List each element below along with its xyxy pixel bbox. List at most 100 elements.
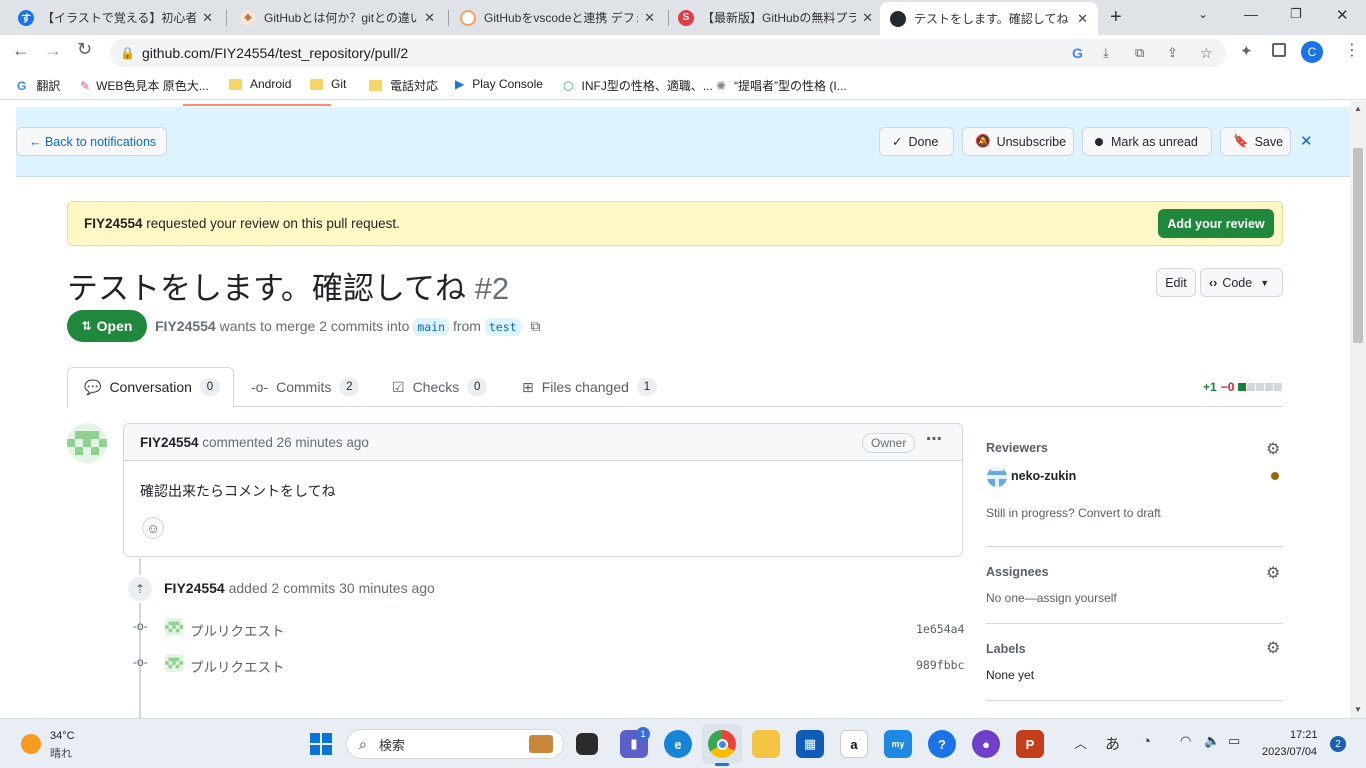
commit-sha[interactable]: 1e654a4 <box>916 622 964 636</box>
url-text[interactable]: github.com/FIY24554/test_repository/pull… <box>142 45 408 61</box>
google-lens-icon[interactable]: G <box>1072 45 1083 61</box>
pr-author-link[interactable]: FIY24554 <box>155 318 216 334</box>
scrollbar-thumb[interactable] <box>1353 148 1363 343</box>
ime-indicator[interactable]: あ <box>1105 733 1120 754</box>
commit-avatar[interactable] <box>165 654 183 672</box>
browser-tab[interactable]: ◆ GitHubとは何か？gitとの違いや ✕ <box>230 0 445 35</box>
task-view-icon[interactable] <box>576 733 598 755</box>
commit-message[interactable]: プルリクエスト <box>190 656 285 676</box>
menu-icon[interactable]: ⋮ <box>1344 40 1360 60</box>
browser-tab[interactable]: GitHubをvscodeと連携 デフォル ✕ <box>450 0 665 35</box>
focus-icon[interactable]: ◔ <box>1142 733 1151 750</box>
bookmark-star-icon[interactable]: ☆ <box>1200 45 1213 62</box>
gear-icon[interactable]: ⚙ <box>1266 638 1280 658</box>
bookmark-item[interactable]: G 翻訳 <box>17 77 60 94</box>
chevron-up-icon[interactable]: ︿ <box>1074 733 1087 752</box>
bookmark-folder[interactable]: Git <box>310 77 346 91</box>
back-to-notifications-button[interactable]: ← Back to notifications <box>16 127 167 156</box>
amazon-icon[interactable]: a <box>840 730 868 758</box>
done-button[interactable]: ✓ Done <box>879 127 954 156</box>
kebab-menu-icon[interactable]: ⋯ <box>926 429 942 449</box>
labels-heading[interactable]: Labels <box>986 642 1026 656</box>
comment-time[interactable]: commented 26 minutes ago <box>199 435 369 450</box>
assign-yourself-link[interactable]: assign yourself <box>1037 591 1117 605</box>
browser-tab[interactable]: す 【イラストで覚える】初心者のため ✕ <box>8 0 223 35</box>
gear-icon[interactable]: ⚙ <box>1266 439 1280 459</box>
smiley-icon[interactable]: ☺ <box>142 517 164 539</box>
bookmark-item[interactable]: ✎ WEB色見本 原色大... <box>80 77 209 94</box>
install-icon[interactable]: ⤓ <box>1103 45 1109 61</box>
windows-start-icon[interactable] <box>310 733 332 755</box>
clock-date[interactable]: 2023/07/04 <box>1262 746 1317 758</box>
reviewer-name[interactable]: neko-zukin <box>1011 469 1076 483</box>
convert-to-draft-link[interactable]: Convert to draft <box>1078 506 1161 520</box>
close-window-icon[interactable]: ✕ <box>1336 6 1349 24</box>
help-icon[interactable]: ? <box>928 730 956 758</box>
bookmark-item[interactable]: ⬡ INFJ型の性格、適職、... <box>563 77 713 94</box>
reviewers-heading[interactable]: Reviewers <box>986 441 1048 455</box>
weather-desc[interactable]: 晴れ <box>50 745 72 761</box>
volume-icon[interactable]: 🔈 <box>1204 733 1220 749</box>
bookmark-folder[interactable]: 電話対応 <box>369 77 438 94</box>
taskbar-search[interactable]: ⌕ 検索 <box>346 729 564 759</box>
reviewer-avatar[interactable] <box>987 467 1007 487</box>
microsoft-store-icon[interactable]: ▦ <box>796 730 824 758</box>
add-review-button[interactable]: Add your review <box>1158 209 1274 238</box>
new-tab-icon[interactable]: + <box>1110 6 1122 29</box>
scroll-down-icon[interactable]: ▼ <box>1354 705 1362 714</box>
bookmark-item[interactable]: ✺ “提唱者”型の性格 (I... <box>716 77 847 94</box>
comment-author[interactable]: FIY24554 <box>140 435 199 450</box>
minimize-icon[interactable]: — <box>1244 6 1258 22</box>
share-icon[interactable]: ⇪ <box>1167 45 1178 61</box>
base-branch[interactable]: main <box>413 318 450 336</box>
tab-files-changed[interactable]: ⊞ Files changed 1 <box>522 367 657 407</box>
event-author[interactable]: FIY24554 <box>164 580 225 596</box>
weather-temp[interactable]: 34°C <box>50 730 75 742</box>
code-dropdown-button[interactable]: ‹› Code ▼ <box>1200 268 1283 297</box>
forward-icon[interactable]: → <box>44 40 62 61</box>
bookmark-folder[interactable]: Android <box>229 77 291 91</box>
head-branch[interactable]: test <box>484 318 521 336</box>
powerpoint-icon[interactable]: P <box>1016 730 1044 758</box>
assignees-heading[interactable]: Assignees <box>986 565 1049 579</box>
edge-icon[interactable]: e <box>664 730 692 758</box>
back-icon[interactable]: ← <box>12 40 30 61</box>
browser-tab-active[interactable]: テストをします。確認してね by FI ✕ <box>880 2 1098 35</box>
address-bar[interactable]: 🔒 github.com/FIY24554/test_repository/pu… <box>110 39 1226 67</box>
translate-icon[interactable]: ⧉ <box>1135 45 1144 61</box>
scroll-up-icon[interactable]: ▲ <box>1354 104 1362 113</box>
bookmark-item[interactable]: ▶ Play Console <box>455 77 543 91</box>
commit-sha[interactable]: 989fbbc <box>916 658 964 672</box>
page-scrollbar[interactable]: ▲ ▼ <box>1350 101 1366 718</box>
close-tab-icon[interactable]: ✕ <box>644 10 655 26</box>
github-desktop-icon[interactable]: ● <box>972 730 1000 758</box>
review-user[interactable]: FIY24554 <box>84 216 143 231</box>
save-button[interactable]: 🔖 Save <box>1220 127 1291 156</box>
side-panel-icon[interactable] <box>1272 43 1286 57</box>
mark-as-unread-button[interactable]: Mark as unread <box>1082 127 1212 156</box>
close-tab-icon[interactable]: ✕ <box>424 10 435 26</box>
file-explorer-icon[interactable] <box>752 730 780 758</box>
edit-title-button[interactable]: Edit <box>1156 268 1196 297</box>
copy-icon[interactable]: ⧉ <box>530 318 540 334</box>
gear-icon[interactable]: ⚙ <box>1266 563 1280 583</box>
reload-icon[interactable]: ↻ <box>77 39 92 60</box>
clock-time[interactable]: 17:21 <box>1290 729 1318 741</box>
wifi-icon[interactable]: ◠ <box>1180 733 1191 749</box>
close-tab-icon[interactable]: ✕ <box>862 10 873 26</box>
tab-conversation[interactable]: 💬 Conversation 0 <box>84 367 220 407</box>
unsubscribe-button[interactable]: 🔕 Unsubscribe <box>962 127 1074 156</box>
weather-sun-icon[interactable] <box>21 734 41 754</box>
commit-avatar[interactable] <box>165 618 183 636</box>
close-tab-icon[interactable]: ✕ <box>1077 11 1088 27</box>
tab-commits[interactable]: -o- Commits 2 <box>251 367 360 407</box>
maximize-icon[interactable]: ❐ <box>1290 6 1302 22</box>
browser-tab[interactable]: S 【最新版】GitHubの無料プランで ✕ <box>668 0 883 35</box>
myhp-icon[interactable]: my <box>884 730 912 758</box>
tab-checks[interactable]: ☑ Checks 0 <box>392 367 488 407</box>
chrome-icon[interactable] <box>708 730 736 758</box>
tab-search-icon[interactable]: ⌄ <box>1198 7 1208 21</box>
close-notification-icon[interactable]: ✕ <box>1300 132 1313 150</box>
profile-avatar[interactable]: C <box>1301 41 1323 63</box>
commit-message[interactable]: プルリクエスト <box>190 620 285 640</box>
